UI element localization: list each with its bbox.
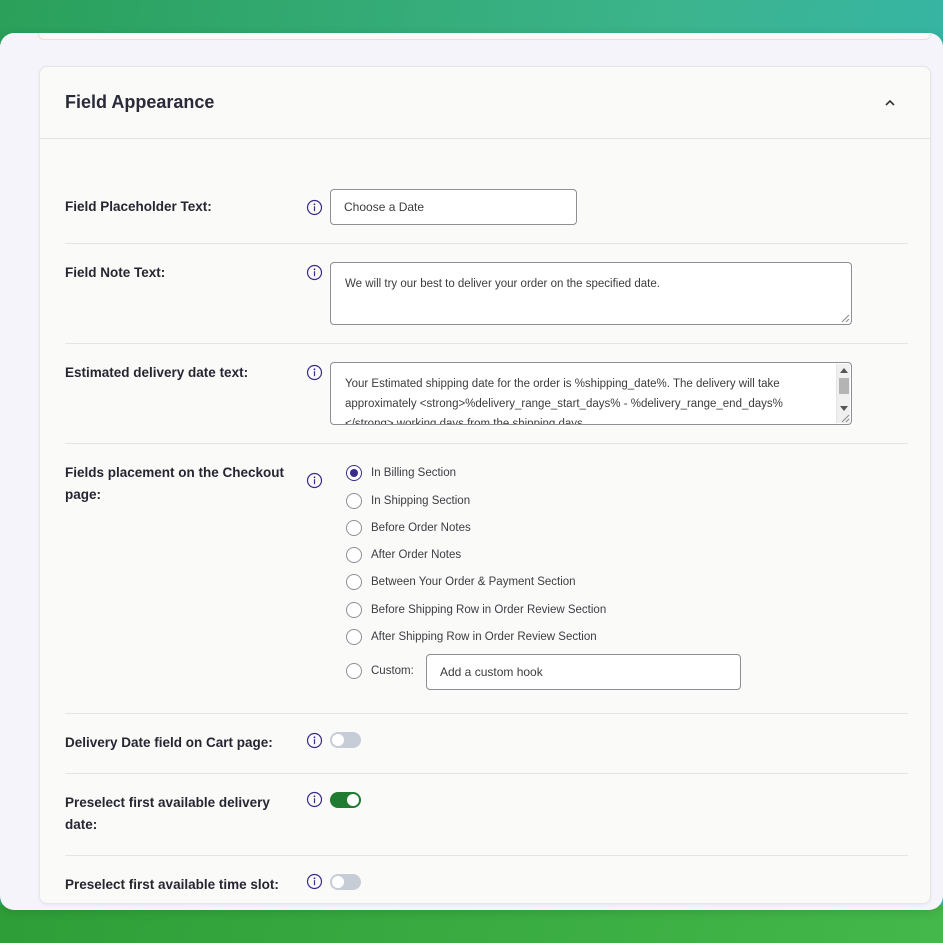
chevron-up-icon[interactable] bbox=[883, 98, 897, 108]
preselect-date-label: Preselect first available delivery date: bbox=[65, 792, 270, 836]
radio-option-after-shipping-row[interactable]: After Shipping Row in Order Review Secti… bbox=[346, 627, 597, 647]
radio-option-custom[interactable]: Custom: bbox=[346, 661, 414, 681]
radio-button[interactable] bbox=[346, 574, 362, 590]
radio-button[interactable] bbox=[346, 465, 362, 481]
radio-button[interactable] bbox=[346, 629, 362, 645]
radio-button[interactable] bbox=[346, 520, 362, 536]
row-divider bbox=[65, 855, 908, 856]
placement-label-line2: page: bbox=[65, 487, 102, 502]
radio-option-after-notes[interactable]: After Order Notes bbox=[346, 545, 461, 565]
field-appearance-card: Field Appearance Field Placeholder Text:… bbox=[39, 66, 931, 904]
info-icon[interactable] bbox=[306, 199, 323, 216]
radio-label: In Shipping Section bbox=[371, 495, 471, 507]
row-divider bbox=[65, 443, 908, 444]
estimated-label: Estimated delivery date text: bbox=[65, 365, 249, 380]
radio-button[interactable] bbox=[346, 602, 362, 618]
row-divider bbox=[65, 243, 908, 244]
settings-page: Field Appearance Field Placeholder Text:… bbox=[0, 33, 943, 910]
placeholder-label: Field Placeholder Text: bbox=[65, 199, 212, 214]
note-text-value: We will try our best to deliver your ord… bbox=[345, 278, 660, 290]
row-divider bbox=[65, 773, 908, 774]
estimated-text-value: Your Estimated shipping date for the ord… bbox=[345, 378, 783, 425]
card-header[interactable]: Field Appearance bbox=[40, 67, 930, 139]
card-title: Field Appearance bbox=[65, 92, 215, 112]
info-icon[interactable] bbox=[306, 791, 323, 808]
resize-grip-icon[interactable] bbox=[841, 414, 850, 423]
cart-page-label: Delivery Date field on Cart page: bbox=[65, 735, 273, 750]
placeholder-text-input[interactable] bbox=[330, 189, 577, 225]
info-icon[interactable] bbox=[306, 364, 323, 381]
info-icon[interactable] bbox=[306, 873, 323, 890]
note-label: Field Note Text: bbox=[65, 265, 166, 280]
radio-button[interactable] bbox=[346, 493, 362, 509]
radio-option-between-order-payment[interactable]: Between Your Order & Payment Section bbox=[346, 572, 576, 592]
radio-label: After Shipping Row in Order Review Secti… bbox=[371, 631, 597, 643]
row-divider bbox=[65, 343, 908, 344]
info-icon[interactable] bbox=[306, 472, 323, 489]
placement-label: Fields placement on the Checkout page: bbox=[65, 462, 284, 506]
radio-option-shipping[interactable]: In Shipping Section bbox=[346, 491, 470, 511]
info-icon[interactable] bbox=[306, 264, 323, 281]
note-text-textarea[interactable]: We will try our best to deliver your ord… bbox=[330, 262, 852, 325]
radio-button[interactable] bbox=[346, 547, 362, 563]
radio-label: Custom: bbox=[371, 665, 414, 677]
info-icon[interactable] bbox=[306, 732, 323, 749]
radio-option-before-shipping-row[interactable]: Before Shipping Row in Order Review Sect… bbox=[346, 600, 606, 620]
estimated-text-textarea[interactable]: Your Estimated shipping date for the ord… bbox=[330, 362, 852, 425]
preselect-slot-label: Preselect first available time slot: bbox=[65, 877, 279, 892]
previous-card-edge bbox=[38, 33, 931, 40]
scroll-thumb[interactable] bbox=[839, 378, 849, 394]
preselect-date-toggle[interactable] bbox=[330, 792, 361, 808]
placement-label-line1: Fields placement on the Checkout bbox=[65, 465, 285, 480]
custom-hook-input[interactable] bbox=[426, 654, 741, 690]
radio-label: After Order Notes bbox=[371, 549, 462, 561]
preselect-date-label-line2: date: bbox=[65, 817, 98, 832]
radio-button[interactable] bbox=[346, 663, 362, 679]
scroll-up-arrow-icon[interactable] bbox=[840, 368, 848, 373]
radio-label: Between Your Order & Payment Section bbox=[371, 576, 576, 588]
radio-option-billing[interactable]: In Billing Section bbox=[346, 463, 456, 483]
preselect-date-label-line1: Preselect first available delivery bbox=[65, 795, 270, 810]
radio-label: In Billing Section bbox=[371, 467, 457, 479]
scroll-down-arrow-icon[interactable] bbox=[840, 406, 848, 411]
radio-option-before-notes[interactable]: Before Order Notes bbox=[346, 518, 471, 538]
radio-label: Before Order Notes bbox=[371, 522, 471, 534]
preselect-slot-toggle[interactable] bbox=[330, 874, 361, 890]
background-band bbox=[0, 905, 943, 943]
cart-page-toggle[interactable] bbox=[330, 732, 361, 748]
radio-label: Before Shipping Row in Order Review Sect… bbox=[371, 604, 607, 616]
row-divider bbox=[65, 713, 908, 714]
resize-grip-icon[interactable] bbox=[841, 314, 850, 323]
